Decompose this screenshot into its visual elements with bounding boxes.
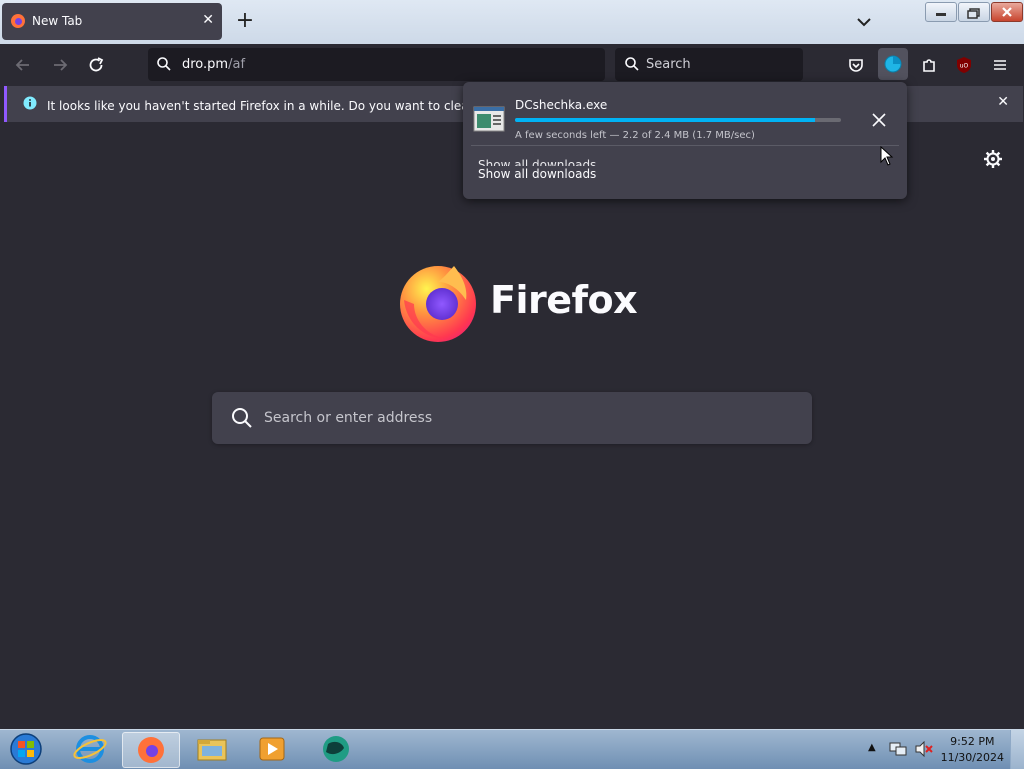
restore-icon bbox=[967, 8, 980, 19]
start-button-icon[interactable] bbox=[4, 732, 48, 766]
show-all-downloads-ghost: Show all downloads bbox=[478, 158, 597, 166]
back-arrow-icon[interactable] bbox=[12, 54, 34, 76]
download-progress-fill bbox=[515, 118, 815, 122]
firefox-favicon-icon bbox=[11, 14, 25, 28]
close-icon bbox=[1002, 7, 1012, 17]
clock-date: 11/30/2024 bbox=[940, 751, 1004, 764]
tab-close-icon[interactable]: ✕ bbox=[202, 12, 214, 28]
firefox-taskbar-icon[interactable] bbox=[122, 732, 180, 768]
internet-explorer-icon[interactable] bbox=[62, 732, 118, 766]
search-icon bbox=[232, 408, 252, 428]
system-clock[interactable]: 9:52 PM 11/30/2024 bbox=[941, 734, 1004, 766]
tab-new-tab[interactable]: New Tab ✕ bbox=[2, 3, 222, 40]
ublock-origin-icon[interactable]: uO bbox=[953, 54, 975, 76]
exe-file-icon bbox=[473, 106, 505, 132]
window-restore-button[interactable] bbox=[958, 2, 990, 22]
extensions-puzzle-icon[interactable] bbox=[918, 54, 940, 76]
info-icon bbox=[23, 96, 37, 110]
hamburger-menu-icon[interactable] bbox=[989, 54, 1011, 76]
window-minimize-button[interactable] bbox=[925, 2, 957, 22]
mouse-cursor-icon bbox=[880, 146, 894, 166]
search-icon bbox=[625, 57, 639, 71]
download-progress-icon bbox=[884, 55, 902, 73]
show-desktop-button[interactable] bbox=[1010, 730, 1024, 769]
search-icon bbox=[157, 57, 171, 71]
pocket-icon[interactable] bbox=[845, 54, 867, 76]
app-globe-icon[interactable] bbox=[308, 732, 364, 766]
windows-taskbar: ▲ 9:52 PM 11/30/2024 bbox=[0, 729, 1024, 769]
content-search-box[interactable]: Search or enter address bbox=[212, 392, 812, 444]
download-filename: DCshechka.exe bbox=[515, 98, 608, 112]
minimize-icon bbox=[936, 13, 946, 16]
download-status: A few seconds left — 2.2 of 2.4 MB (1.7 … bbox=[515, 130, 755, 141]
tray-expand-icon[interactable]: ▲ bbox=[868, 742, 876, 753]
file-explorer-icon[interactable] bbox=[184, 732, 240, 766]
forward-arrow-icon[interactable] bbox=[49, 54, 71, 76]
content-search-placeholder: Search or enter address bbox=[264, 410, 433, 426]
firefox-wordmark: Firefox bbox=[490, 278, 638, 322]
svg-text:uO: uO bbox=[960, 63, 969, 70]
window-close-button[interactable] bbox=[991, 2, 1023, 22]
volume-muted-icon[interactable] bbox=[914, 741, 934, 757]
downloads-panel: DCshechka.exe A few seconds left — 2.2 o… bbox=[463, 82, 907, 199]
url-bar[interactable]: dro.pm/af bbox=[148, 48, 605, 81]
url-text: dro.pm/af bbox=[182, 57, 245, 72]
network-icon[interactable] bbox=[889, 741, 907, 757]
show-all-downloads-link[interactable]: Show all downloads bbox=[478, 167, 596, 181]
notification-message: It looks like you haven't started Firefo… bbox=[47, 99, 528, 113]
new-tab-button[interactable]: + bbox=[232, 8, 258, 34]
panel-separator bbox=[471, 145, 899, 146]
reload-icon[interactable] bbox=[85, 54, 107, 76]
download-progress-bar bbox=[515, 118, 841, 122]
search-bar[interactable]: Search bbox=[615, 48, 803, 81]
tab-title: New Tab bbox=[32, 14, 83, 28]
url-host: dro.pm bbox=[182, 57, 229, 72]
media-player-icon[interactable] bbox=[244, 732, 300, 766]
notification-close-icon[interactable]: ✕ bbox=[997, 94, 1009, 110]
list-all-tabs-chevron-icon[interactable] bbox=[852, 10, 876, 34]
clock-time: 9:52 PM bbox=[950, 735, 995, 748]
url-path: /af bbox=[228, 57, 246, 72]
settings-gear-icon[interactable] bbox=[982, 148, 1004, 170]
download-item[interactable]: DCshechka.exe A few seconds left — 2.2 o… bbox=[471, 90, 899, 146]
cancel-download-icon[interactable] bbox=[869, 110, 889, 130]
firefox-logo-icon bbox=[400, 266, 476, 342]
downloads-button[interactable] bbox=[878, 48, 908, 80]
title-bar: New Tab ✕ + bbox=[0, 0, 1024, 44]
search-placeholder: Search bbox=[646, 57, 691, 72]
